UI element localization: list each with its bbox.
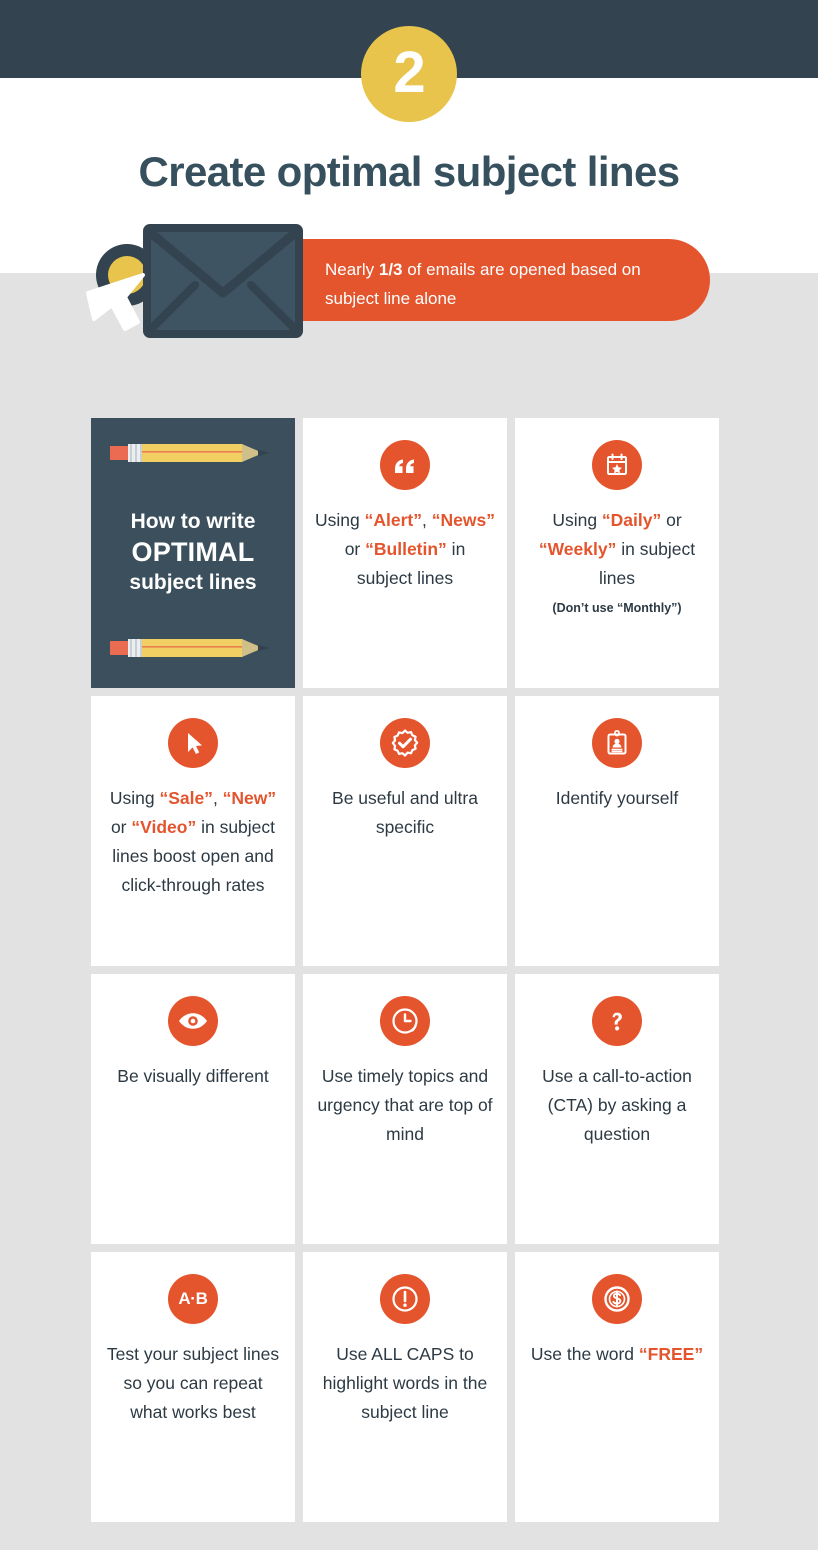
- tip-card-text: Using “Daily” or “Weekly” in subject lin…: [527, 506, 707, 593]
- tip-card-note: (Don’t use “Monthly”): [552, 601, 682, 615]
- tip-text-segment: or: [110, 817, 132, 837]
- exclamation-icon: [380, 1274, 430, 1324]
- cursor-arrow-icon: [168, 718, 218, 768]
- promo-card-heading: How to write OPTIMAL subject lines: [129, 510, 256, 595]
- tip-card: Using “Daily” or “Weekly” in subject lin…: [515, 418, 719, 688]
- tip-text-segment: Use timely topics and urgency that are t…: [317, 1066, 493, 1144]
- check-badge-icon: [380, 718, 430, 768]
- promo-card: How to write OPTIMAL subject lines: [91, 418, 295, 688]
- tip-text-segment: “Sale”: [159, 788, 213, 808]
- promo-line-1: How to write: [130, 510, 256, 534]
- tip-card: Identify yourself: [515, 696, 719, 966]
- tip-text-segment: Using: [315, 510, 365, 530]
- calendar-star-icon: [592, 440, 642, 490]
- tip-card: Using “Sale”, “New” or “Video” in subjec…: [91, 696, 295, 966]
- tip-text-segment: “New”: [222, 788, 277, 808]
- tip-text-segment: Using: [552, 510, 602, 530]
- tip-text-segment: Use the word: [530, 1344, 639, 1364]
- tip-text-segment: “News”: [431, 510, 495, 530]
- envelope-cursor-illustration: [70, 215, 330, 355]
- tip-card: Be useful and ultra specific: [303, 696, 507, 966]
- tip-card-text: Be visually different: [103, 1062, 283, 1091]
- question-mark-icon: [592, 996, 642, 1046]
- id-card-icon: [592, 718, 642, 768]
- clock-icon: [380, 996, 430, 1046]
- page-title: Create optimal subject lines: [138, 148, 680, 195]
- tip-card-text: Use ALL CAPS to highlight words in the s…: [315, 1340, 495, 1427]
- envelope-illustration-svg: [86, 224, 303, 338]
- pencil-icon: [108, 635, 278, 666]
- step-number-label: 2: [393, 39, 425, 105]
- tip-text-segment: Test your subject lines so you can repea…: [106, 1344, 280, 1422]
- tip-card-text: Be useful and ultra specific: [315, 784, 495, 842]
- tips-card-grid: How to write OPTIMAL subject lines Using…: [91, 418, 723, 1522]
- tip-text-segment: Use a call-to-action (CTA) by asking a q…: [542, 1066, 692, 1144]
- tip-card: Use timely topics and urgency that are t…: [303, 974, 507, 1244]
- tip-text-segment: or: [344, 539, 366, 559]
- promo-line-3: subject lines: [129, 570, 257, 594]
- ab-test-label: A·B: [178, 1289, 208, 1308]
- tip-text-segment: “Bulletin”: [365, 539, 447, 559]
- tip-text-segment: “Alert”: [364, 510, 423, 530]
- tip-card-text: Use the word “FREE”: [527, 1340, 707, 1369]
- tip-text-segment: Using: [109, 788, 160, 808]
- stat-banner: Nearly 1/3 of emails are opened based on…: [300, 239, 710, 321]
- tip-text-segment: ,: [422, 510, 432, 530]
- step-number-badge: 2: [361, 26, 457, 122]
- tip-card: Be visually different: [91, 974, 295, 1244]
- stat-emphasis: 1/3: [378, 260, 403, 279]
- eye-icon: [168, 996, 218, 1046]
- tip-text-segment: Be useful and ultra specific: [332, 788, 478, 837]
- tip-card: Using “Alert”, “News” or “Bulletin” in s…: [303, 418, 507, 688]
- quote-icon: [380, 440, 430, 490]
- tip-text-segment: Be visually different: [117, 1066, 269, 1086]
- tip-text-segment: ,: [212, 788, 223, 808]
- tip-card: A·B Test your subject lines so you can r…: [91, 1252, 295, 1522]
- tip-text-segment: or: [661, 510, 682, 530]
- tip-card-text: Use timely topics and urgency that are t…: [315, 1062, 495, 1149]
- tip-text-segment: Use ALL CAPS to highlight words in the s…: [322, 1344, 488, 1422]
- tip-card-text: Test your subject lines so you can repea…: [103, 1340, 283, 1427]
- promo-line-2: OPTIMAL: [131, 537, 255, 568]
- tip-text-segment: “FREE”: [638, 1344, 704, 1364]
- ab-test-icon: A·B: [168, 1274, 218, 1324]
- stat-prefix: Nearly: [325, 260, 379, 279]
- money-icon: [592, 1274, 642, 1324]
- pencil-icon: [108, 440, 278, 471]
- tip-card-text: Using “Sale”, “New” or “Video” in subjec…: [103, 784, 283, 900]
- tip-card-text: Using “Alert”, “News” or “Bulletin” in s…: [315, 506, 495, 593]
- tip-text-segment: “Daily”: [601, 510, 662, 530]
- tip-card-text: Identify yourself: [527, 784, 707, 813]
- tip-text-segment: “Weekly”: [538, 539, 617, 559]
- tip-text-segment: Identify yourself: [555, 788, 679, 808]
- tip-card: Use the word “FREE”: [515, 1252, 719, 1522]
- tip-text-segment: “Video”: [131, 817, 197, 837]
- tip-card-text: Use a call-to-action (CTA) by asking a q…: [527, 1062, 707, 1149]
- tip-card: Use a call-to-action (CTA) by asking a q…: [515, 974, 719, 1244]
- stat-banner-text: Nearly 1/3 of emails are opened based on…: [325, 255, 680, 313]
- infographic-page: 2 Create optimal subject lines Nearly 1/…: [0, 0, 818, 1550]
- tip-card: Use ALL CAPS to highlight words in the s…: [303, 1252, 507, 1522]
